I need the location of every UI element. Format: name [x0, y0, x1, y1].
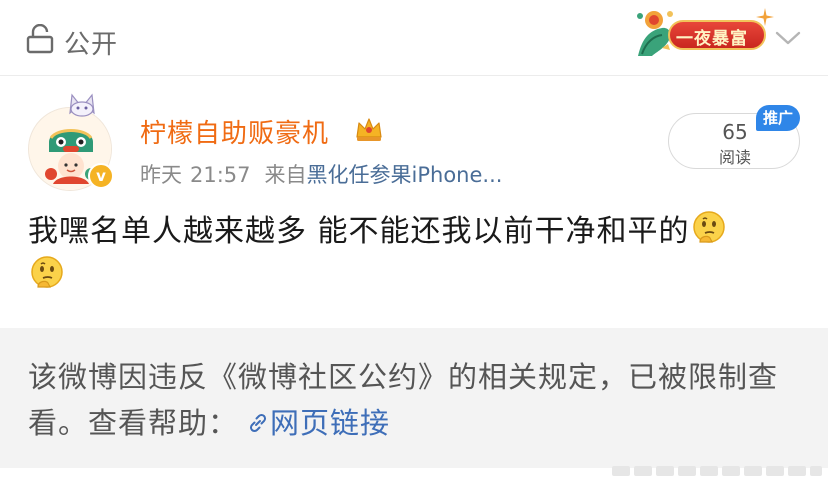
source-device-link[interactable]: 黑化任参果iPhone...	[307, 163, 503, 187]
notice-message: 该微博因违反《微博社区公约》的相关规定，已被限制查看。查看帮助：	[28, 360, 779, 440]
post-body: 我嘿名单人越来越多 能不能还我以前干净和平的	[28, 209, 798, 299]
watermark-icon	[612, 466, 822, 476]
source-prefix: 来自	[264, 163, 307, 187]
weibo-post: v 柠檬自助贩豪机 昨天 21:57 来自黑化任参果iPhone... 65 阅读 …	[0, 77, 828, 327]
post-meta: 昨天 21:57 来自黑化任参果iPhone...	[140, 159, 502, 189]
link-icon	[249, 413, 267, 433]
cat-ears-decoration-icon	[69, 93, 95, 117]
avatar-wrap[interactable]: v	[28, 93, 116, 191]
post-date: 昨天	[140, 163, 182, 187]
post-time: 21:57	[190, 163, 251, 187]
visibility-label[interactable]: 公开	[64, 24, 118, 61]
banner-text: 一夜暴富	[676, 29, 748, 49]
sparkle-icon	[756, 8, 774, 26]
lock-icon	[26, 24, 54, 54]
post-body-text: 我嘿名单人越来越多 能不能还我以前干净和平的	[28, 214, 690, 249]
promo-tag[interactable]: 推广	[756, 105, 800, 131]
post-header-bar: 公开 一夜暴富	[0, 0, 828, 76]
crown-icon[interactable]	[354, 115, 384, 143]
chevron-down-icon[interactable]	[774, 28, 802, 48]
read-label: 阅读	[718, 148, 751, 167]
web-link[interactable]: 网页链接	[270, 406, 390, 440]
username[interactable]: 柠檬自助贩豪机	[140, 113, 329, 150]
thinking-face-emoji-icon	[31, 256, 63, 288]
fortune-banner[interactable]: 一夜暴富	[632, 6, 776, 58]
restriction-notice: 该微博因违反《微博社区公约》的相关规定，已被限制查看。查看帮助： 网页链接	[0, 328, 828, 468]
restriction-notice-text: 该微博因违反《微博社区公约》的相关规定，已被限制查看。查看帮助： 网页链接	[28, 354, 800, 446]
verified-badge: v	[88, 163, 114, 189]
thinking-face-emoji-icon	[692, 211, 725, 243]
